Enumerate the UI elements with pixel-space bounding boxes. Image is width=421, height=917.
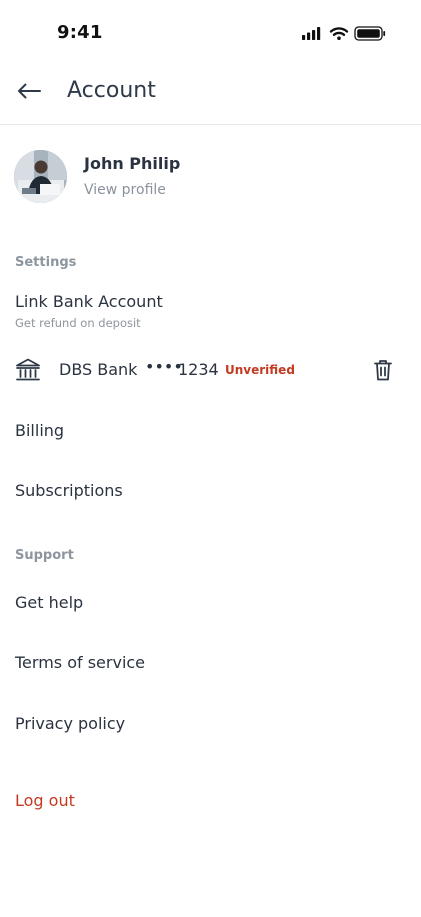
back-button[interactable] xyxy=(14,78,44,104)
link-bank-account-item[interactable]: Link Bank Account xyxy=(15,292,163,311)
logout-button[interactable]: Log out xyxy=(15,791,75,810)
privacy-policy-item[interactable]: Privacy policy xyxy=(15,714,125,733)
bank-name: DBS Bank xyxy=(59,360,138,379)
signal-icon xyxy=(302,27,321,40)
linked-bank-row[interactable]: DBS Bank •••• 1234 Unverified xyxy=(15,354,395,386)
link-bank-account-subtitle: Get refund on deposit xyxy=(15,316,141,330)
account-last4: 1234 xyxy=(178,360,219,379)
view-profile-link[interactable]: View profile xyxy=(84,182,166,198)
wifi-icon xyxy=(329,27,349,40)
bank-icon xyxy=(16,358,40,381)
delete-bank-button[interactable] xyxy=(372,358,394,382)
status-icons xyxy=(302,26,386,41)
terms-of-service-item[interactable]: Terms of service xyxy=(15,653,145,672)
battery-icon xyxy=(354,26,386,41)
support-section-label: Support xyxy=(15,548,74,563)
billing-item[interactable]: Billing xyxy=(15,421,64,440)
avatar[interactable] xyxy=(14,150,67,203)
trash-icon xyxy=(374,360,392,381)
status-bar: 9:41 xyxy=(0,0,421,64)
back-arrow-icon xyxy=(18,83,41,99)
verification-status-badge: Unverified xyxy=(225,363,295,377)
app-header: Account xyxy=(0,64,421,125)
get-help-item[interactable]: Get help xyxy=(15,593,83,612)
avatar-photo xyxy=(14,150,67,203)
subscriptions-item[interactable]: Subscriptions xyxy=(15,481,123,500)
page-title: Account xyxy=(67,78,156,103)
profile-name: John Philip xyxy=(84,154,181,173)
status-time: 9:41 xyxy=(57,22,103,43)
settings-section-label: Settings xyxy=(15,255,77,270)
profile-row[interactable]: John Philip View profile xyxy=(14,150,394,204)
